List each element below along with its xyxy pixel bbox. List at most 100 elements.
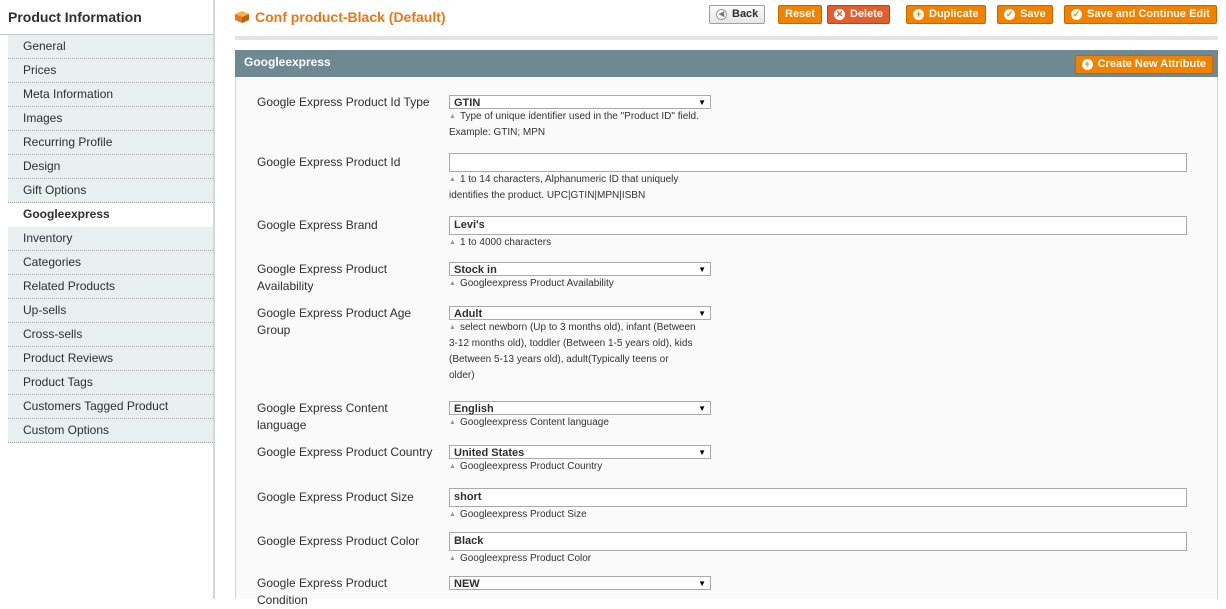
check-icon: ✓ (1071, 9, 1082, 20)
page-title: Conf product-Black (Default) (235, 9, 446, 25)
sidebar-item-gift-options[interactable]: Gift Options (8, 179, 213, 203)
select-field[interactable]: GTIN ▼ (449, 95, 711, 109)
sidebar-item-custom-options[interactable]: Custom Options (8, 419, 213, 443)
select-value: Stock in (454, 264, 497, 276)
create-new-attribute-button[interactable]: + Create New Attribute (1074, 55, 1213, 74)
field-wrapper: United States ▼ ▲ Googleexpress Product Cou… (449, 445, 711, 475)
field-note-text: identifies the product. UPC|GTIN|MPN|ISB… (449, 190, 646, 201)
sidebar-item-googleexpress[interactable]: Googleexpress (8, 203, 213, 227)
back-button[interactable]: ◀ Back (709, 5, 766, 24)
field-note-text: Googleexpress Product Size (459, 509, 587, 520)
save-button[interactable]: ✓ Save (997, 5, 1053, 24)
triangle-up-icon: ▲ (449, 113, 456, 120)
sidebar-item-customers-tagged-product[interactable]: Customers Tagged Product (8, 395, 213, 419)
field-wrapper: Stock in ▼ ▲ Googleexpress Product Availabi… (449, 262, 711, 292)
field-note: ▲ Googleexpress Product Size (449, 507, 711, 523)
field-wrapper: Adult ▼ ▲ select newborn (Up to 3 months ol… (449, 306, 711, 384)
select-field[interactable]: Adult ▼ (449, 306, 711, 320)
triangle-up-icon: ▲ (449, 239, 456, 246)
select-field[interactable]: United States ▼ (449, 445, 711, 459)
field-label: Google Express Product Condition (257, 576, 388, 607)
section-header: Googleexpress + Create New Attribute (235, 50, 1218, 77)
delete-button[interactable]: ✕ Delete (827, 5, 891, 24)
triangle-up-icon: ▲ (449, 280, 456, 287)
triangle-up-icon: ▲ (449, 555, 456, 562)
sidebar-item-categories[interactable]: Categories (8, 251, 213, 275)
field-wrapper: NEW ▼ (449, 576, 711, 590)
sidebar-item-images[interactable]: Images (8, 107, 213, 131)
field-note-text: Googleexpress Product Color (459, 553, 592, 564)
back-button-label: Back (732, 8, 759, 20)
create-new-attribute-label: Create New Attribute (1097, 58, 1206, 70)
select-value: English (454, 403, 494, 415)
sidebar-item-meta-information[interactable]: Meta Information (8, 83, 213, 107)
sidebar-item-up-sells[interactable]: Up-sells (8, 299, 213, 323)
back-arrow-icon: ◀ (716, 9, 727, 20)
field-note-text: Type of unique identifier used in the "P… (459, 111, 699, 122)
reset-button[interactable]: Reset (778, 5, 822, 24)
sidebar-item-related-products[interactable]: Related Products (8, 275, 213, 299)
field-note: ▲ 1 to 14 characters, Alphanumeric ID tha… (449, 172, 711, 188)
triangle-up-icon: ▲ (449, 324, 456, 331)
field-note: 3-12 months old), toddler (Between 1-5 y… (449, 336, 711, 352)
sidebar-title: Product Information (0, 0, 213, 35)
text-field[interactable] (449, 153, 1187, 172)
sidebar-item-product-reviews[interactable]: Product Reviews (8, 347, 213, 371)
page-header: Conf product-Black (Default) ◀ Back Rese… (235, 0, 1218, 40)
dropdown-arrow-icon: ▼ (698, 98, 706, 107)
sidebar-item-prices[interactable]: Prices (8, 59, 213, 83)
field-note-text: Googleexpress Product Country (459, 461, 603, 472)
page-title-text: Conf product-Black (Default) (255, 9, 446, 25)
select-value: United States (454, 447, 525, 459)
dropdown-arrow-icon: ▼ (698, 448, 706, 457)
sidebar-item-product-tags[interactable]: Product Tags (8, 371, 213, 395)
duplicate-button[interactable]: + Duplicate (906, 5, 986, 24)
triangle-up-icon: ▲ (449, 419, 456, 426)
field-note-text: 3-12 months old), toddler (Between 1-5 y… (449, 338, 693, 349)
field-wrapper: Levi's ▲ 1 to 4000 characters (449, 216, 1187, 251)
triangle-up-icon: ▲ (449, 463, 456, 470)
reset-button-label: Reset (785, 8, 815, 20)
sidebar-item-general[interactable]: General (8, 35, 213, 59)
field-note-text: older) (449, 370, 475, 381)
field-note-text: select newborn (Up to 3 months old), inf… (459, 322, 696, 333)
field-note: ▲ Googleexpress Content language (449, 415, 711, 431)
triangle-up-icon: ▲ (449, 176, 456, 183)
field-label: Google Express Product Availability (257, 262, 388, 293)
dropdown-arrow-icon: ▼ (698, 309, 706, 318)
dropdown-arrow-icon: ▼ (698, 579, 706, 588)
select-value: NEW (454, 578, 480, 590)
select-field[interactable]: English ▼ (449, 401, 711, 415)
select-field[interactable]: Stock in ▼ (449, 262, 711, 276)
plus-icon: + (913, 9, 924, 20)
dropdown-arrow-icon: ▼ (698, 265, 706, 274)
sidebar-items: General Prices Meta Information Images Recur… (0, 35, 213, 443)
save-continue-button[interactable]: ✓ Save and Continue Edit (1064, 5, 1217, 24)
select-field[interactable]: NEW ▼ (449, 576, 711, 590)
field-note-text: 1 to 14 characters, Alphanumeric ID that… (459, 174, 679, 185)
field-label: Google Express Brand (257, 218, 378, 232)
field-label: Google Express Product Id Type (257, 95, 430, 109)
sidebar-item-inventory[interactable]: Inventory (8, 227, 213, 251)
field-wrapper: short ▲ Googleexpress Product Size (449, 488, 1187, 523)
duplicate-button-label: Duplicate (929, 8, 979, 20)
field-note: ▲ Googleexpress Product Country (449, 459, 711, 475)
text-field[interactable]: Black (449, 532, 1187, 551)
field-note: (Between 5-13 years old), adult(Typicall… (449, 352, 711, 368)
field-note-text: Googleexpress Product Availability (459, 278, 614, 289)
sidebar-item-design[interactable]: Design (8, 155, 213, 179)
sidebar-item-recurring-profile[interactable]: Recurring Profile (8, 131, 213, 155)
text-field[interactable]: Levi's (449, 216, 1187, 235)
field-note: identifies the product. UPC|GTIN|MPN|ISB… (449, 188, 711, 204)
text-field[interactable]: short (449, 488, 1187, 507)
field-note: ▲ Googleexpress Product Availability (449, 276, 711, 292)
field-note-text: Googleexpress Content language (459, 417, 609, 428)
sidebar-item-cross-sells[interactable]: Cross-sells (8, 323, 213, 347)
save-button-label: Save (1020, 8, 1046, 20)
check-icon: ✓ (1004, 9, 1015, 20)
field-note: ▲ Googleexpress Product Color (449, 551, 711, 567)
field-note: ▲ Type of unique identifier used in the "… (449, 109, 711, 125)
sidebar: Product Information General Prices Meta In… (0, 0, 215, 599)
field-note-text: (Between 5-13 years old), adult(Typicall… (449, 354, 669, 365)
field-note: older) (449, 368, 711, 384)
